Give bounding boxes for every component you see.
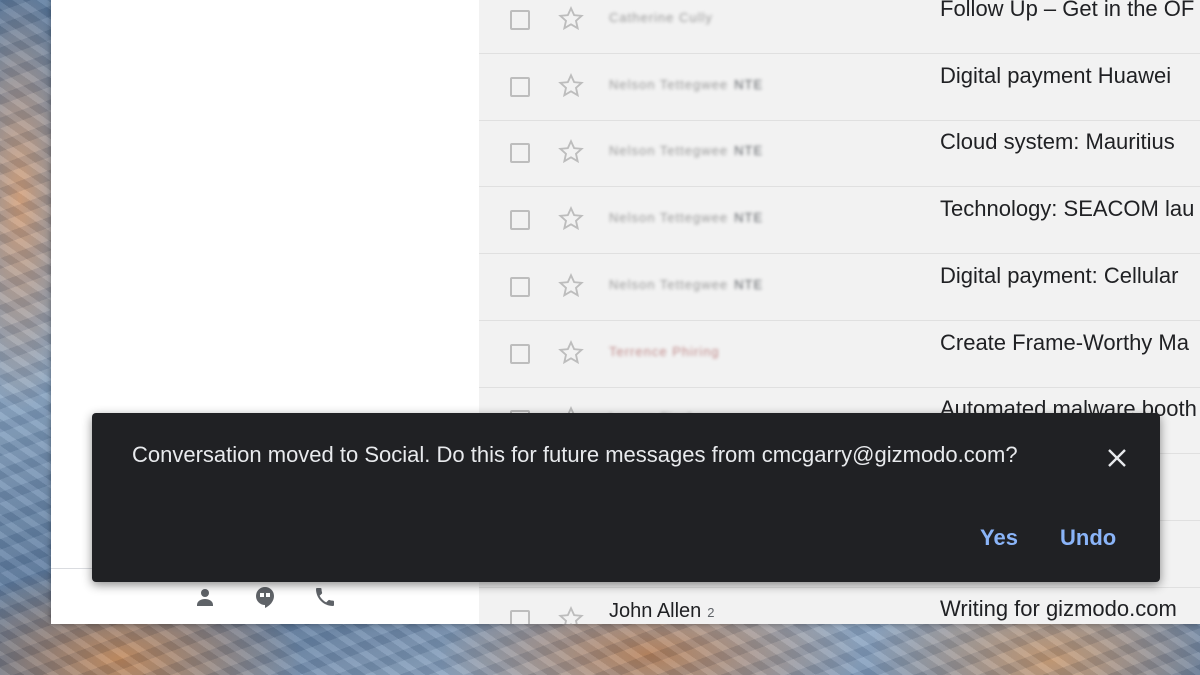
thread-count: NTE <box>734 210 764 225</box>
subject-text: Create Frame-Worthy Ma <box>940 330 1189 355</box>
undo-button[interactable]: Undo <box>1060 525 1116 551</box>
sender-name: Nelson Tettegwee NTE <box>609 77 763 92</box>
star-icon[interactable] <box>557 72 585 100</box>
sender-label: Catherine Cully <box>609 10 713 25</box>
star-icon[interactable] <box>557 5 585 33</box>
thread-count: NTE <box>734 277 764 292</box>
table-row[interactable]: John Allen 2 Writing for gizmodo.com <box>479 588 1200 624</box>
table-row[interactable]: Terrence Phiring Create Frame-Worthy Ma <box>479 322 1200 388</box>
sender-label: Terrence Phiring <box>609 344 720 359</box>
phone-icon[interactable] <box>311 583 339 611</box>
star-icon[interactable] <box>557 205 585 233</box>
sender-name: Terrence Phiring <box>609 344 720 359</box>
row-checkbox[interactable] <box>510 277 530 297</box>
close-icon[interactable] <box>1102 443 1132 473</box>
row-checkbox[interactable] <box>510 210 530 230</box>
subject-text: Cloud system: Mauritius <box>940 129 1175 154</box>
yes-button[interactable]: Yes <box>980 525 1018 551</box>
star-icon[interactable] <box>557 272 585 300</box>
row-checkbox[interactable] <box>510 77 530 97</box>
subject-text: Writing for gizmodo.com <box>940 596 1177 621</box>
star-icon[interactable] <box>557 605 585 624</box>
table-row[interactable]: Nelson Tettegwee NTE Cloud system: Mauriti… <box>479 121 1200 187</box>
sender-label: Nelson Tettegwee <box>609 277 729 292</box>
sender-name: Nelson Tettegwee NTE <box>609 277 763 292</box>
row-checkbox[interactable] <box>510 143 530 163</box>
sender-name: Nelson Tettegwee NTE <box>609 143 763 158</box>
star-icon[interactable] <box>557 339 585 367</box>
thread-count: 2 <box>707 605 715 620</box>
star-icon[interactable] <box>557 138 585 166</box>
sender-label: John Allen <box>609 600 702 622</box>
hangouts-icon[interactable] <box>251 583 279 611</box>
person-icon[interactable] <box>191 583 219 611</box>
sender-name: Nelson Tettegwee NTE <box>609 210 763 225</box>
hangouts-bar <box>191 583 339 611</box>
sender-name: Catherine Cully <box>609 10 713 25</box>
table-row[interactable]: Nelson Tettegwee NTE Digital payment Huawe… <box>479 55 1200 121</box>
sender-label: Nelson Tettegwee <box>609 143 729 158</box>
toast-message: Conversation moved to Social. Do this fo… <box>132 442 1018 467</box>
subject-text: Follow Up – Get in the OF <box>940 0 1195 21</box>
sender-label: Nelson Tettegwee <box>609 210 729 225</box>
table-row[interactable]: Nelson Tettegwee NTE Technology: SEACOM la… <box>479 188 1200 254</box>
thread-count: NTE <box>734 143 764 158</box>
thread-count: NTE <box>734 77 764 92</box>
row-checkbox[interactable] <box>510 610 530 624</box>
sender-label: Nelson Tettegwee <box>609 77 729 92</box>
table-row[interactable]: Nelson Tettegwee NTE Digital payment: Cell… <box>479 255 1200 321</box>
subject-text: Digital payment Huawei <box>940 63 1172 88</box>
snackbar-toast: Conversation moved to Social. Do this fo… <box>92 413 1160 582</box>
row-checkbox[interactable] <box>510 10 530 30</box>
subject-text: Technology: SEACOM lau <box>940 196 1195 221</box>
row-checkbox[interactable] <box>510 344 530 364</box>
subject-text: Digital payment: Cellular <box>940 263 1179 288</box>
table-row[interactable]: Catherine Cully Follow Up – Get in the OF <box>479 0 1200 54</box>
sender-name: John Allen 2 <box>609 600 715 623</box>
